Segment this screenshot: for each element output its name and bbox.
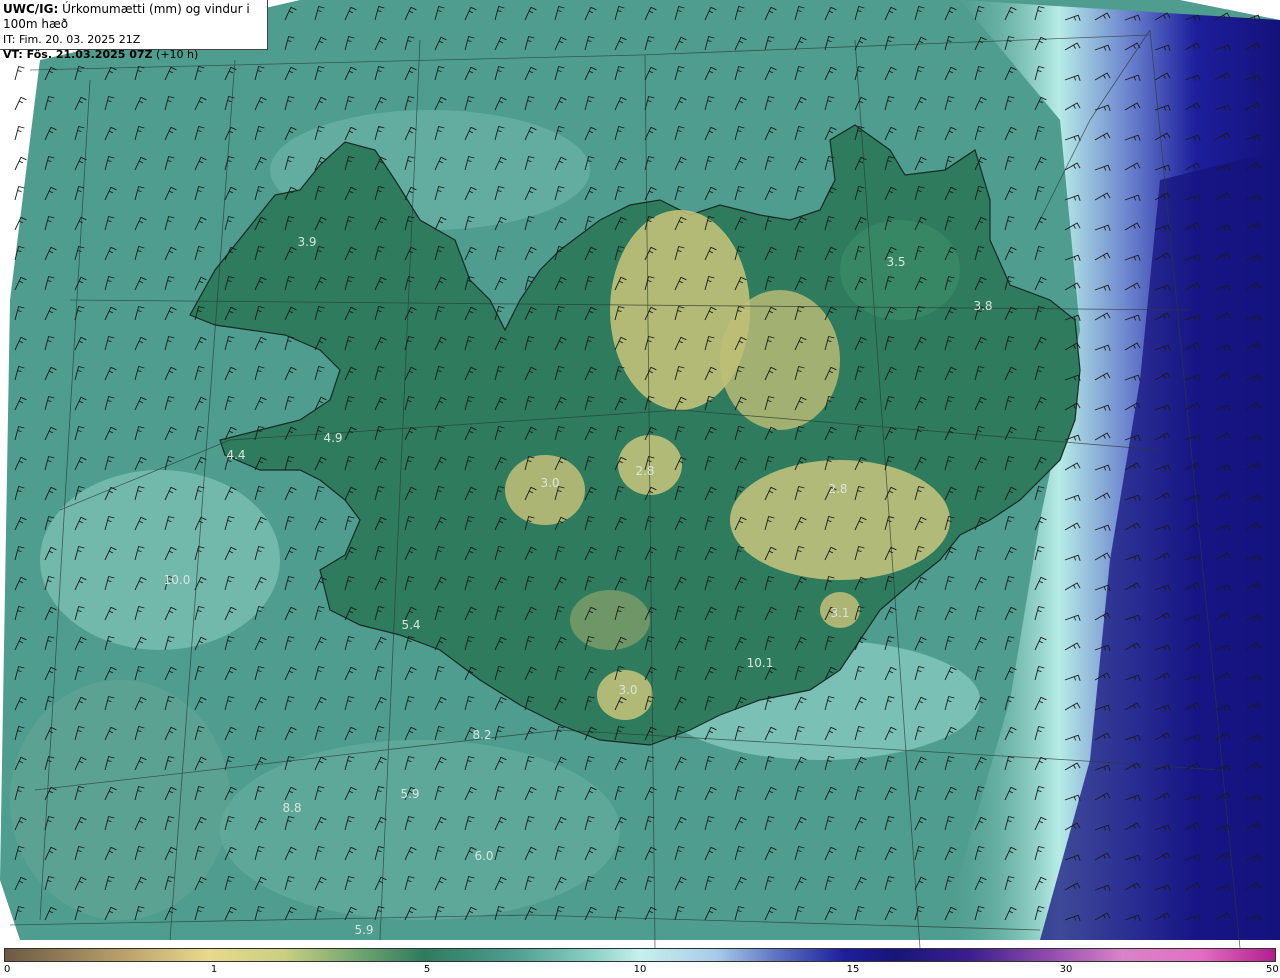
value-label: 3.9 — [297, 235, 317, 249]
highland-area — [505, 455, 585, 525]
valid-time: VT: Fös. 21.03.2025 07Z — [3, 48, 153, 61]
highland-area — [840, 220, 960, 320]
colorbar-tick: 50 — [1266, 964, 1279, 975]
model-name: UWC/IG: — [3, 2, 59, 16]
precipitation-map: 3.9 4.9 4.4 3.0 2.8 3.5 3.8 5.4 3.0 5.9 … — [0, 0, 1280, 948]
value-label: 10.1 — [746, 656, 774, 670]
value-label: 5.4 — [401, 618, 421, 632]
colorbar-tick: 5 — [423, 964, 431, 975]
highland-area — [730, 460, 950, 580]
value-label: 3.0 — [540, 476, 560, 490]
colorbar-tick: 30 — [1059, 964, 1073, 975]
colorbar-tick: 0 — [4, 964, 11, 975]
sea-patch — [10, 680, 230, 920]
value-label: 3.5 — [886, 255, 906, 269]
value-label: 10.0 — [163, 573, 191, 587]
map-info-box: UWC/IG: Úrkomumætti (mm) og vindur i 100… — [0, 0, 268, 61]
value-label: 3.1 — [830, 606, 850, 620]
colorbar-tick: 15 — [846, 964, 860, 975]
value-label: 4.4 — [226, 448, 246, 462]
value-label: 8.2 — [472, 728, 492, 742]
value-label: 2.8 — [828, 482, 848, 496]
value-label: 5.9 — [400, 787, 420, 801]
colorbar: 0 1 5 10 15 30 50 — [0, 948, 1280, 978]
value-label: 5.9 — [354, 923, 374, 937]
value-label: 8.8 — [282, 801, 302, 815]
value-label: 4.9 — [323, 431, 343, 445]
colorbar-strip — [4, 948, 1276, 962]
sea-patch — [220, 740, 620, 920]
value-label: 6.0 — [474, 849, 494, 863]
value-label: 3.0 — [618, 683, 638, 697]
value-label: 2.8 — [635, 464, 655, 478]
highland-area — [570, 590, 650, 650]
forecast-offset: (+10 h) — [156, 48, 199, 61]
colorbar-tick: 1 — [210, 964, 218, 975]
initial-time: IT: Fim. 20. 03. 2025 21Z — [3, 33, 141, 46]
value-label: 3.8 — [973, 299, 993, 313]
colorbar-tick: 10 — [633, 964, 647, 975]
